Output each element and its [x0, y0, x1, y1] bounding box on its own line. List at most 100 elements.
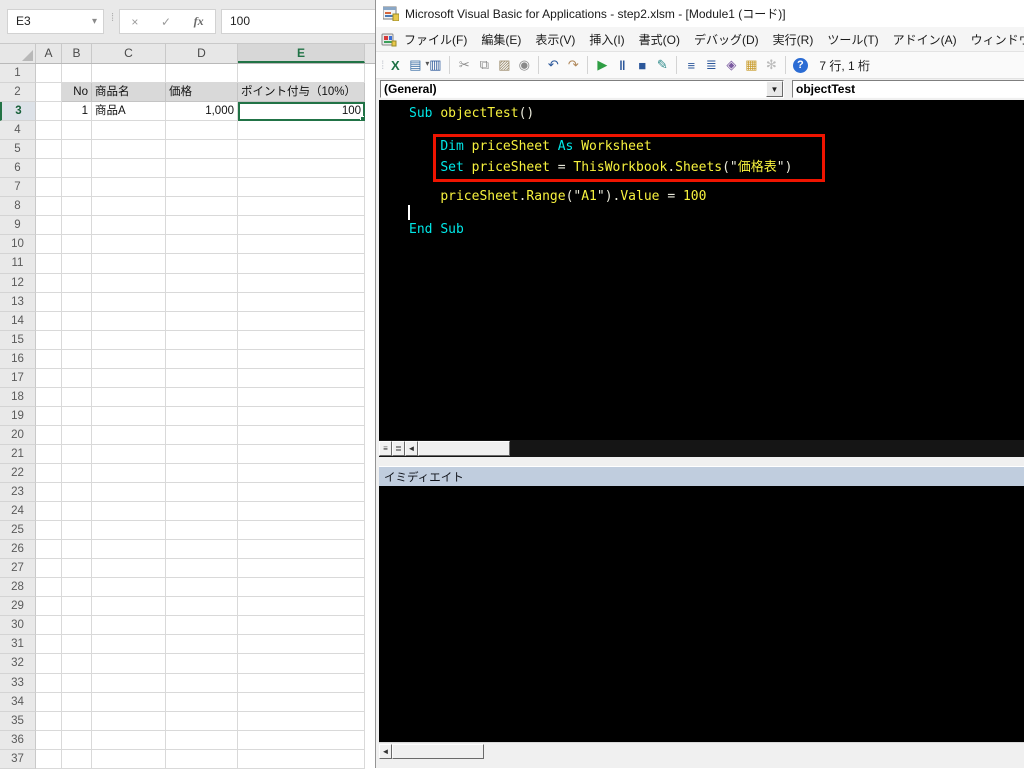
save-icon[interactable]: ▥: [425, 55, 445, 75]
cell-A20[interactable]: [36, 425, 62, 445]
row-header-15[interactable]: 15: [0, 330, 36, 350]
cell-C35[interactable]: [92, 711, 166, 731]
cell-B10[interactable]: [62, 235, 92, 255]
cell-A5[interactable]: [36, 140, 62, 160]
row-header-26[interactable]: 26: [0, 540, 36, 560]
cell-E20[interactable]: [238, 425, 365, 445]
cell-B11[interactable]: [62, 254, 92, 274]
cell-E11[interactable]: [238, 254, 365, 274]
cell-C15[interactable]: [92, 330, 166, 350]
menu-item-T[interactable]: ツール(T): [820, 28, 885, 51]
cancel-icon[interactable]: ×: [131, 15, 138, 29]
column-header-B[interactable]: B: [62, 44, 92, 63]
cell-C30[interactable]: [92, 616, 166, 636]
cell-E16[interactable]: [238, 349, 365, 369]
cell-E34[interactable]: [238, 692, 365, 712]
cell-A37[interactable]: [36, 749, 62, 769]
cell-A27[interactable]: [36, 559, 62, 579]
row-header-25[interactable]: 25: [0, 521, 36, 541]
cell-E8[interactable]: [238, 197, 365, 217]
cell-B9[interactable]: [62, 216, 92, 236]
cell-B4[interactable]: [62, 121, 92, 141]
cell-B35[interactable]: [62, 711, 92, 731]
cell-D18[interactable]: [166, 387, 238, 407]
cell-A8[interactable]: [36, 197, 62, 217]
insert-function-icon[interactable]: fx: [194, 14, 204, 29]
row-header-30[interactable]: 30: [0, 616, 36, 636]
cell-B3[interactable]: 1: [62, 102, 92, 122]
cell-C7[interactable]: [92, 178, 166, 198]
cell-A35[interactable]: [36, 711, 62, 731]
menu-item-O[interactable]: 書式(O): [632, 28, 687, 51]
cell-E17[interactable]: [238, 368, 365, 388]
design-mode-icon[interactable]: ✎: [652, 55, 672, 75]
object-browser-icon[interactable]: ◈: [721, 55, 741, 75]
toolbar-grip[interactable]: ⁞: [381, 58, 385, 72]
cell-A13[interactable]: [36, 292, 62, 312]
cell-C9[interactable]: [92, 216, 166, 236]
row-header-11[interactable]: 11: [0, 254, 36, 274]
row-header-37[interactable]: 37: [0, 749, 36, 769]
cell-A24[interactable]: [36, 502, 62, 522]
cell-C13[interactable]: [92, 292, 166, 312]
object-combobox-dropdown-icon[interactable]: ▼: [766, 81, 783, 97]
cell-B28[interactable]: [62, 578, 92, 598]
cell-C20[interactable]: [92, 425, 166, 445]
cell-D16[interactable]: [166, 349, 238, 369]
cell-B37[interactable]: [62, 749, 92, 769]
cell-E12[interactable]: [238, 273, 365, 293]
cell-D11[interactable]: [166, 254, 238, 274]
cell-A15[interactable]: [36, 330, 62, 350]
row-header-33[interactable]: 33: [0, 673, 36, 693]
cell-C26[interactable]: [92, 540, 166, 560]
cell-D7[interactable]: [166, 178, 238, 198]
cell-D23[interactable]: [166, 483, 238, 503]
cell-D4[interactable]: [166, 121, 238, 141]
cell-A22[interactable]: [36, 463, 62, 484]
cell-E27[interactable]: [238, 559, 365, 579]
cell-B7[interactable]: [62, 178, 92, 198]
cell-E5[interactable]: [238, 140, 365, 160]
cell-D2[interactable]: 価格: [166, 83, 238, 103]
cell-A18[interactable]: [36, 387, 62, 407]
cell-A16[interactable]: [36, 349, 62, 369]
cell-B19[interactable]: [62, 406, 92, 426]
row-header-22[interactable]: 22: [0, 463, 36, 484]
cell-C22[interactable]: [92, 463, 166, 484]
cell-D34[interactable]: [166, 692, 238, 712]
cell-B20[interactable]: [62, 425, 92, 445]
cell-E14[interactable]: [238, 311, 365, 331]
run-icon[interactable]: ▶: [592, 55, 612, 75]
cell-D9[interactable]: [166, 216, 238, 236]
row-header-8[interactable]: 8: [0, 197, 36, 217]
cell-E33[interactable]: [238, 673, 365, 693]
cell-D29[interactable]: [166, 597, 238, 617]
cell-A12[interactable]: [36, 273, 62, 293]
cell-D31[interactable]: [166, 635, 238, 655]
cell-D5[interactable]: [166, 140, 238, 160]
cell-B24[interactable]: [62, 502, 92, 522]
cell-A33[interactable]: [36, 673, 62, 693]
cell-B17[interactable]: [62, 368, 92, 388]
cell-C11[interactable]: [92, 254, 166, 274]
cell-C28[interactable]: [92, 578, 166, 598]
cell-A10[interactable]: [36, 235, 62, 255]
cell-E19[interactable]: [238, 406, 365, 426]
menu-item-D[interactable]: デバッグ(D): [687, 28, 766, 51]
row-header-24[interactable]: 24: [0, 502, 36, 522]
properties-window-icon[interactable]: ≣: [701, 55, 721, 75]
cell-B32[interactable]: [62, 654, 92, 674]
cell-E36[interactable]: [238, 730, 365, 750]
cell-A6[interactable]: [36, 159, 62, 179]
cell-C6[interactable]: [92, 159, 166, 179]
cell-E24[interactable]: [238, 502, 365, 522]
cell-C27[interactable]: [92, 559, 166, 579]
cell-B34[interactable]: [62, 692, 92, 712]
cell-A34[interactable]: [36, 692, 62, 712]
msforms-options-icon[interactable]: ✻: [761, 55, 781, 75]
row-header-35[interactable]: 35: [0, 711, 36, 731]
column-header-E[interactable]: E: [238, 44, 365, 63]
cell-D37[interactable]: [166, 749, 238, 769]
row-header-1[interactable]: 1: [0, 64, 36, 84]
cell-C33[interactable]: [92, 673, 166, 693]
